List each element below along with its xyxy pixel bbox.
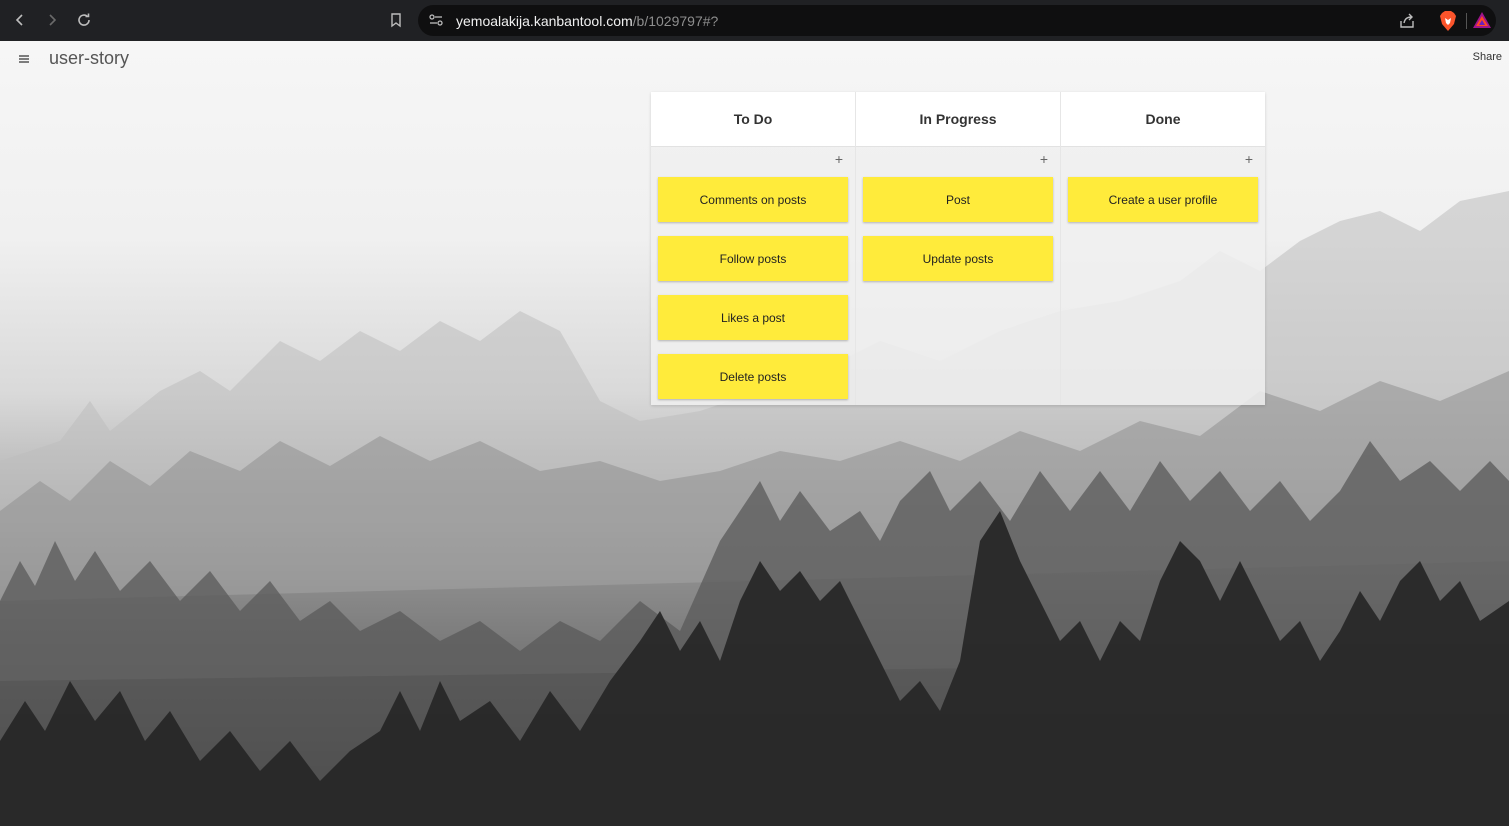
column-header[interactable]: Done [1061, 92, 1265, 147]
task-card[interactable]: Update posts [863, 236, 1053, 281]
add-card-button[interactable]: + [833, 152, 845, 166]
bookmark-button[interactable] [380, 4, 412, 36]
back-button[interactable] [4, 4, 36, 36]
column-done: Done + Create a user profile [1061, 92, 1265, 405]
toolbar-separator [1466, 13, 1467, 29]
url-path: /b/1029797#? [632, 13, 719, 29]
chevron-right-icon [49, 14, 57, 26]
address-bar[interactable]: yemoalakija.kanbantool.com/b/1029797#? [418, 5, 1496, 36]
forward-button[interactable] [36, 4, 68, 36]
browser-toolbar: yemoalakija.kanbantool.com/b/1029797#? [0, 0, 1509, 41]
share-page-icon[interactable] [1398, 12, 1416, 30]
task-card[interactable]: Likes a post [658, 295, 848, 340]
board-title: user-story [49, 48, 130, 68]
column-header[interactable]: To Do [651, 92, 855, 147]
app-header: user-story Share [0, 41, 1509, 77]
column-in-progress: In Progress + Post Update posts [856, 92, 1061, 405]
hamburger-menu-icon[interactable] [16, 51, 32, 67]
url-host: yemoalakija.kanbantool.com [456, 13, 633, 29]
bookmark-icon [391, 13, 401, 28]
board-page: user-story Share To Do + Comments on pos… [0, 41, 1509, 826]
column-header[interactable]: In Progress [856, 92, 1060, 147]
brave-shields-icon[interactable] [1438, 10, 1458, 32]
reload-button[interactable] [68, 4, 100, 36]
task-card[interactable]: Post [863, 177, 1053, 222]
kanban-board: To Do + Comments on posts Follow posts L… [651, 92, 1265, 405]
task-card[interactable]: Delete posts [658, 354, 848, 399]
reload-icon [78, 13, 90, 26]
task-card[interactable]: Create a user profile [1068, 177, 1258, 222]
column-to-do: To Do + Comments on posts Follow posts L… [651, 92, 856, 405]
add-card-button[interactable]: + [1243, 152, 1255, 166]
site-settings-icon[interactable] [428, 12, 444, 28]
chevron-left-icon [15, 14, 23, 26]
brave-rewards-icon[interactable] [1472, 10, 1492, 30]
url-text: yemoalakija.kanbantool.com/b/1029797#? [456, 13, 718, 29]
add-card-button[interactable]: + [1038, 152, 1050, 166]
task-card[interactable]: Follow posts [658, 236, 848, 281]
task-card[interactable]: Comments on posts [658, 177, 848, 222]
share-button[interactable]: Share [1473, 51, 1502, 63]
